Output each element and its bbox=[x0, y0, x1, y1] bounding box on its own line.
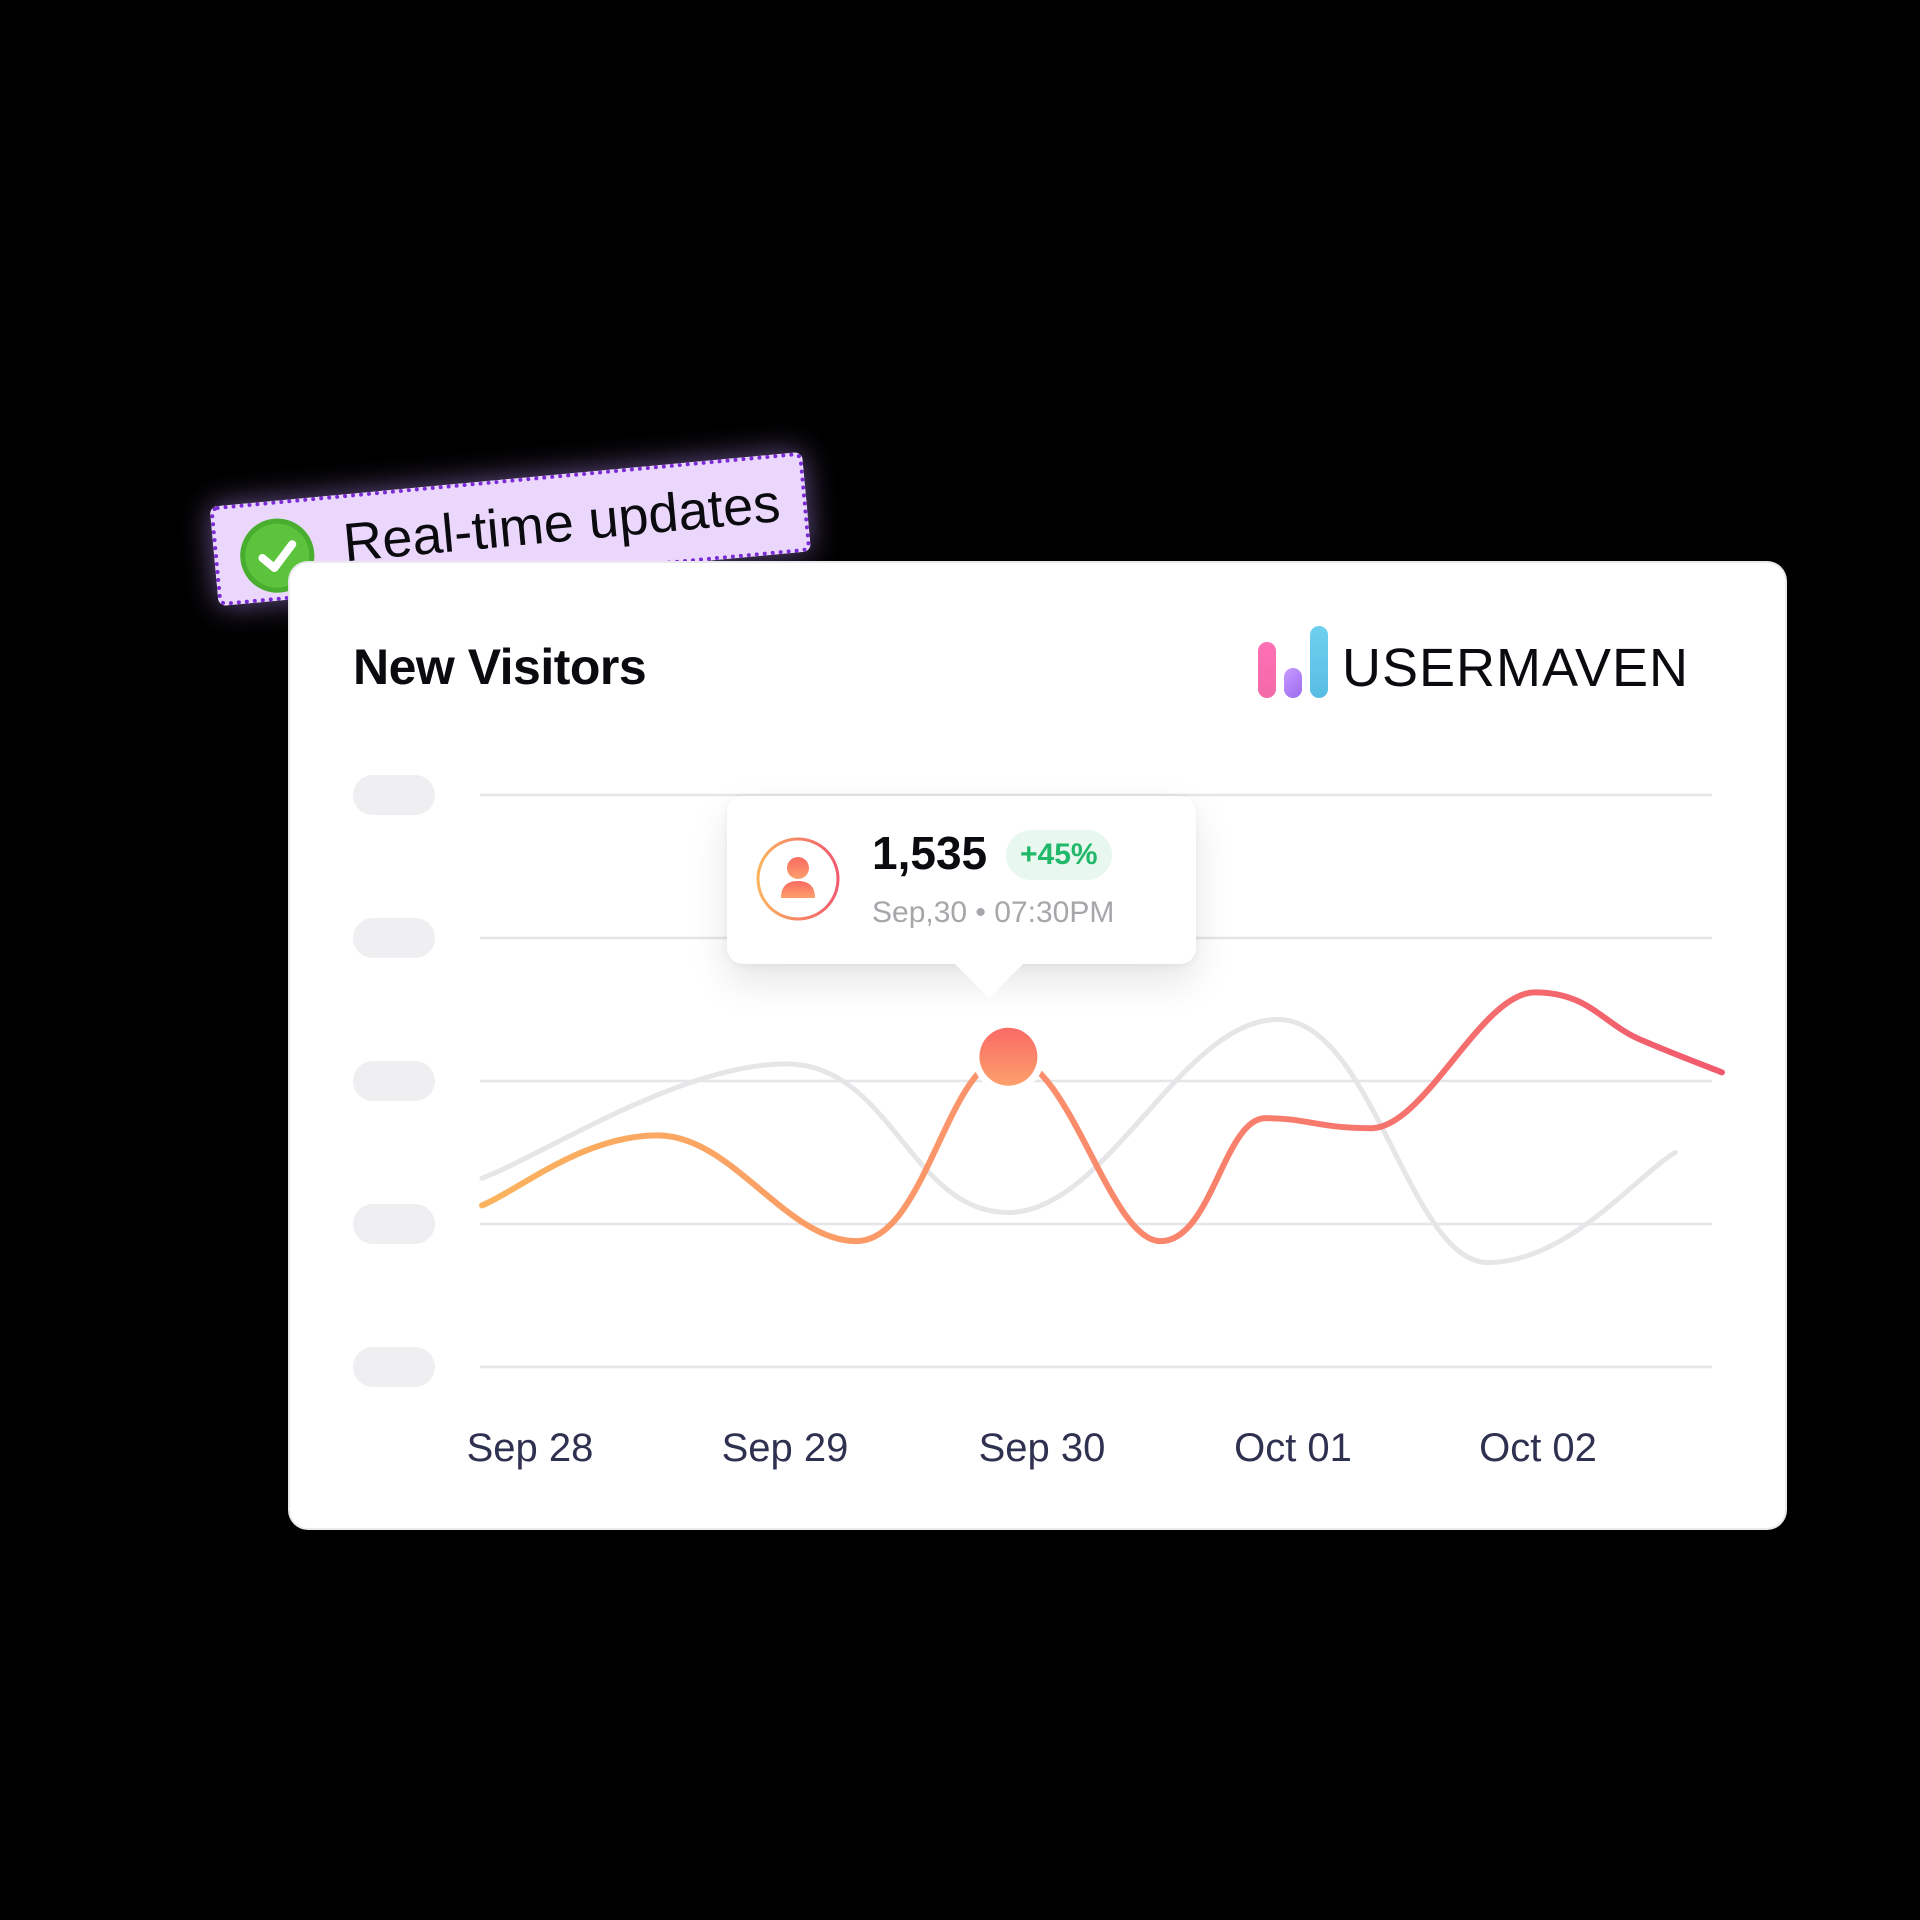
y-tick-label-placeholder bbox=[353, 1061, 435, 1101]
data-tooltip: 1,535 +45% Sep,30 • 07:30PM bbox=[727, 796, 1196, 998]
new-visitors-card bbox=[290, 563, 1785, 1528]
x-tick-label: Sep 29 bbox=[721, 1426, 849, 1470]
card-title: New Visitors bbox=[353, 639, 647, 695]
logo-bar bbox=[1284, 668, 1302, 698]
badge-label: Real-time updates bbox=[340, 473, 783, 574]
y-tick-label-placeholder bbox=[353, 775, 435, 815]
y-tick-label-placeholder bbox=[353, 1204, 435, 1244]
change-badge: +45% bbox=[1006, 830, 1112, 880]
y-tick-label-placeholder bbox=[353, 1347, 435, 1387]
x-tick-label: Oct 02 bbox=[1479, 1426, 1597, 1470]
logo-bar bbox=[1310, 626, 1328, 698]
bar-chart-logo-icon bbox=[1258, 626, 1328, 698]
logo-bar bbox=[1258, 642, 1276, 698]
tooltip-timestamp: Sep,30 • 07:30PM bbox=[872, 896, 1115, 929]
brand-logo: USERMAVEN bbox=[1258, 624, 1689, 700]
tooltip-arrow bbox=[953, 962, 1025, 998]
y-tick-label-placeholder bbox=[353, 918, 435, 958]
x-tick-label: Oct 01 bbox=[1234, 1426, 1352, 1470]
brand-name: USERMAVEN bbox=[1342, 638, 1690, 698]
user-icon bbox=[755, 836, 841, 922]
x-tick-label: Sep 30 bbox=[978, 1426, 1106, 1470]
x-tick-label: Sep 28 bbox=[466, 1426, 594, 1470]
tooltip-value: 1,535 bbox=[872, 827, 988, 879]
